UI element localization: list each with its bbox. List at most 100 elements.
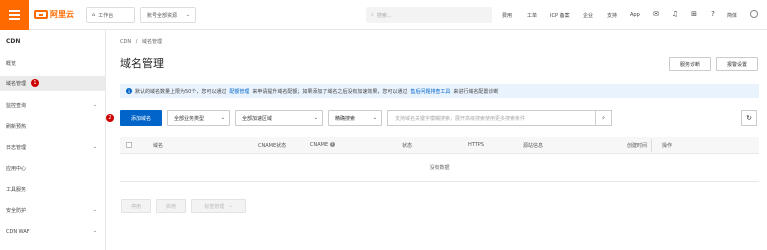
chevron-down-icon: ⌄	[92, 228, 97, 234]
aliyun-logo[interactable]: 阿里云	[34, 9, 74, 20]
column-cname-label: CNAME	[310, 142, 329, 148]
nav-app[interactable]: App	[630, 12, 640, 18]
region-label: 账号全部资源	[147, 12, 178, 19]
column-status: 状态	[402, 143, 413, 149]
empty-state: 没有数据	[120, 154, 759, 182]
chevron-down-icon: ⌄	[92, 144, 97, 150]
sidebar-item-refresh[interactable]: 刷新预热	[0, 119, 105, 134]
select-all-checkbox[interactable]	[126, 142, 132, 148]
tag-manage-button[interactable]: 标签管理 ⌄	[191, 199, 246, 213]
column-origin: 源站信息	[523, 143, 544, 149]
step-badge-2: 2	[106, 114, 114, 122]
service-diagnose-button[interactable]: 服务诊断	[669, 57, 711, 71]
sidebar-item-label: 应用中心	[6, 166, 27, 172]
sidebar-item-monitoring[interactable]: 监控查询 ⌄	[0, 98, 105, 113]
sidebar-item-overview[interactable]: 概览	[0, 56, 105, 71]
search-mode-value: 精确搜索	[335, 115, 356, 122]
nav-enterprise[interactable]: 企业	[583, 12, 593, 19]
sidebar-item-label: 安全防护	[6, 208, 27, 214]
home-icon: ⌂	[92, 12, 96, 18]
sidebar-item-domains[interactable]: 域名管理 1	[0, 76, 105, 91]
column-cname-status: CNAME状态	[258, 143, 287, 149]
troubleshoot-link[interactable]: 售后问题排查工具	[410, 88, 450, 95]
language-label[interactable]: 简体	[727, 12, 737, 19]
sidebar-item-security[interactable]: 安全防护 ⌄	[0, 203, 105, 218]
column-created: 创建时间	[627, 143, 648, 149]
help-icon[interactable]: ?	[329, 142, 335, 147]
workspace-button[interactable]: ⌂ 工作台	[86, 7, 135, 23]
accel-region-select[interactable]: 全部加速区域 ⌄	[235, 110, 323, 126]
search-mode-select[interactable]: 精确搜索 ⌄	[328, 110, 382, 126]
avatar[interactable]	[750, 10, 758, 18]
cart-icon[interactable]: ⊞	[690, 10, 698, 18]
chevron-down-icon: ⌄	[92, 207, 97, 213]
nav-support[interactable]: 支持	[607, 12, 617, 19]
info-icon: i	[126, 88, 132, 94]
disable-button[interactable]: 停用	[121, 199, 151, 213]
sidebar-item-tools[interactable]: 工具服务	[0, 182, 105, 197]
hamburger-menu-icon[interactable]	[0, 0, 29, 30]
sidebar-item-label: 概览	[6, 61, 17, 67]
chevron-down-icon: ⌄	[228, 203, 233, 209]
search-button[interactable]: ⌕	[596, 110, 612, 126]
search-placeholder: 搜索...	[376, 12, 392, 19]
logo-text: 阿里云	[50, 10, 74, 19]
enable-button[interactable]: 启用	[156, 199, 186, 213]
column-domain: 域名	[153, 143, 164, 149]
workspace-label: 工作台	[98, 12, 114, 19]
notice-text-2: 来申请提升域名配额；如果添加了域名之后没有加速效果，您可以通过	[252, 88, 408, 95]
alarm-settings-button[interactable]: 报警设置	[716, 57, 758, 71]
chevron-down-icon: ⌄	[313, 115, 318, 121]
column-cname: CNAME ?	[310, 142, 335, 148]
breadcrumb-root[interactable]: CDN	[120, 39, 131, 45]
sidebar: CDN 概览 域名管理 1 监控查询 ⌄ 刷新预热 日志管理 ⌄ 应用中心 工具服务…	[0, 30, 106, 250]
sidebar-item-label: 工具服务	[6, 187, 27, 193]
chevron-down-icon: ⌄	[220, 115, 225, 121]
search-icon: ⌕	[602, 115, 605, 121]
global-search-input[interactable]: ⌕ 搜索...	[366, 7, 492, 23]
search-icon: ⌕	[371, 12, 374, 18]
add-domain-button[interactable]: 添加域名	[120, 110, 162, 126]
table-header: 域名 CNAME状态 CNAME ? 状态 HTTPS 源站信息 创建时间 操作	[120, 137, 759, 154]
business-type-value: 全部业务类型	[174, 115, 205, 122]
breadcrumb-current: 域名管理	[141, 39, 162, 45]
chevron-down-icon: ⌄	[372, 115, 377, 121]
refresh-icon: ↻	[746, 114, 752, 122]
message-icon[interactable]: ✉	[652, 10, 660, 18]
bell-icon[interactable]: ♫	[671, 10, 679, 18]
chevron-down-icon: ⌄	[185, 12, 190, 18]
accel-region-value: 全部加速区域	[242, 115, 273, 122]
domain-search-placeholder: 支持域名关键字模糊搜索，展开高级搜索使用更多搜索条件	[395, 115, 526, 122]
domain-search-input[interactable]: 支持域名关键字模糊搜索，展开高级搜索使用更多搜索条件	[387, 110, 596, 126]
breadcrumb: CDN / 域名管理	[120, 38, 162, 45]
business-type-select[interactable]: 全部业务类型 ⌄	[167, 110, 230, 126]
top-bar: 阿里云 ⌂ 工作台 账号全部资源 ⌄ ⌕ 搜索... 费用 工单 ICP 备案 …	[0, 0, 767, 30]
info-notice: i 默认的域名数量上限为50个，您可以通过 配额管理 来申请提升域名配额；如果添…	[120, 84, 759, 98]
sidebar-item-label: CDN WAF	[6, 228, 30, 235]
sidebar-title: CDN	[6, 38, 21, 45]
notice-text-1: 默认的域名数量上限为50个，您可以通过	[135, 88, 227, 95]
empty-text: 没有数据	[429, 165, 450, 171]
help-icon[interactable]: ?	[709, 10, 717, 18]
sidebar-item-apps[interactable]: 应用中心	[0, 161, 105, 176]
notice-text-3: 来进行域名配置诊断	[453, 88, 499, 95]
sidebar-item-logs[interactable]: 日志管理 ⌄	[0, 140, 105, 155]
region-selector[interactable]: 账号全部资源 ⌄	[140, 7, 196, 23]
quota-link[interactable]: 配额管理	[229, 88, 249, 95]
sidebar-item-label: 监控查询	[6, 103, 27, 109]
chevron-down-icon: ⌄	[92, 102, 97, 108]
sidebar-item-waf[interactable]: CDN WAF ⌄	[0, 224, 105, 239]
refresh-button[interactable]: ↻	[741, 110, 757, 126]
nav-ticket[interactable]: 工单	[527, 12, 537, 19]
aliyun-logo-icon	[34, 10, 48, 19]
column-https: HTTPS	[468, 142, 484, 148]
tag-manage-label: 标签管理	[204, 203, 225, 210]
sidebar-item-label: 刷新预热	[6, 124, 27, 130]
nav-billing[interactable]: 费用	[502, 12, 512, 19]
sidebar-item-label: 域名管理	[6, 81, 27, 87]
sidebar-item-label: 日志管理	[6, 145, 27, 151]
breadcrumb-separator: /	[135, 39, 138, 45]
nav-icp[interactable]: ICP 备案	[550, 12, 570, 19]
page-title: 域名管理	[120, 57, 164, 70]
step-badge-1: 1	[31, 79, 39, 87]
